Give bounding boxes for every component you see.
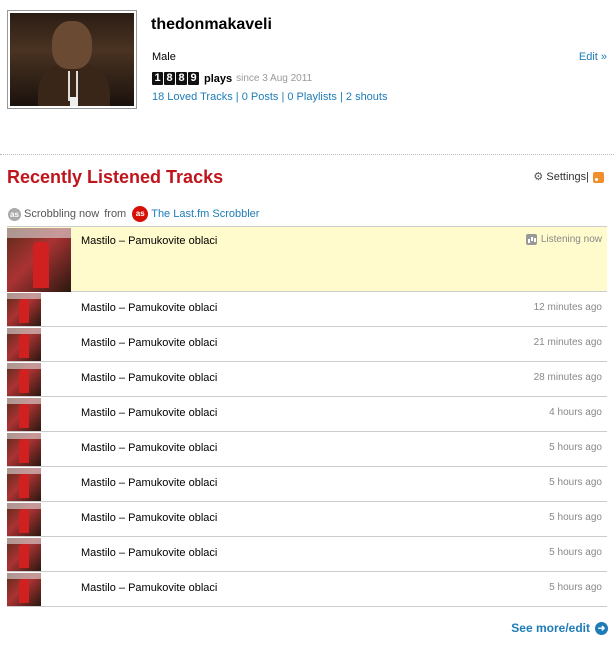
track-list: Mastilo – Pamukovite oblaci Listening no… [7, 226, 607, 607]
stats-separator: | [336, 91, 346, 103]
since-date: since 3 Aug 2011 [236, 73, 313, 84]
track-name[interactable]: Mastilo – Pamukovite oblaci [81, 547, 217, 559]
track-row[interactable]: Mastilo – Pamukovite oblaci 5 hours ago [7, 432, 607, 467]
listening-now-label: Listening now [540, 234, 602, 245]
edit-link[interactable]: Edit » [579, 51, 607, 63]
play-count: 1 8 8 9 plays since 3 Aug 2011 [152, 72, 312, 85]
track-name[interactable]: Mastilo – Pamukovite oblaci [81, 512, 217, 524]
track-row[interactable]: Mastilo – Pamukovite oblaci 12 minutes a… [7, 292, 607, 327]
stats-separator: | [232, 91, 242, 103]
track-time: 5 hours ago [549, 547, 602, 558]
loved-tracks-link[interactable]: 18 Loved Tracks [152, 91, 233, 103]
posts-link[interactable]: 0 Posts [242, 91, 279, 103]
gender: Male [152, 51, 176, 63]
album-thumbnail[interactable] [7, 363, 41, 396]
section-title: Recently Listened Tracks [7, 167, 224, 187]
username: thedonmakaveli [151, 16, 272, 33]
settings-link[interactable]: Settings [546, 171, 586, 183]
track-name[interactable]: Mastilo – Pamukovite oblaci [81, 442, 217, 454]
track-name[interactable]: Mastilo – Pamukovite oblaci [81, 582, 217, 594]
scrobbler-link[interactable]: The Last.fm Scrobbler [151, 208, 259, 220]
arrow-right-icon[interactable]: ➜ [595, 621, 608, 635]
scrobbling-from: from [104, 208, 127, 220]
album-thumbnail[interactable] [7, 573, 41, 606]
track-time: 12 minutes ago [533, 302, 602, 313]
see-more-link[interactable]: See more/edit ➜ [511, 621, 608, 635]
track-row[interactable]: Mastilo – Pamukovite oblaci 5 hours ago [7, 537, 607, 572]
see-more-label[interactable]: See more/edit [511, 621, 590, 635]
track-name[interactable]: Mastilo – Pamukovite oblaci [81, 337, 217, 349]
gear-icon[interactable]: ⚙ [533, 172, 543, 183]
chart-icon [525, 234, 537, 245]
track-row[interactable]: Mastilo – Pamukovite oblaci 28 minutes a… [7, 362, 607, 397]
track-name[interactable]: Mastilo – Pamukovite oblaci [81, 477, 217, 489]
scrobbling-status: as Scrobbling now from as The Last.fm Sc… [8, 206, 259, 222]
track-row[interactable]: Mastilo – Pamukovite oblaci 5 hours ago [7, 502, 607, 537]
track-time: 21 minutes ago [533, 337, 602, 348]
avatar[interactable] [7, 10, 137, 109]
avatar-image [10, 13, 134, 106]
track-time: 4 hours ago [549, 407, 602, 418]
track-time: 5 hours ago [549, 582, 602, 593]
scrobbling-label: Scrobbling now [24, 208, 100, 220]
track-row[interactable]: Mastilo – Pamukovite oblaci 4 hours ago [7, 397, 607, 432]
settings-separator: | [586, 171, 589, 183]
settings-bar: ⚙ Settings | [533, 171, 604, 183]
track-row[interactable]: Mastilo – Pamukovite oblaci 21 minutes a… [7, 327, 607, 362]
album-thumbnail[interactable] [7, 293, 41, 326]
album-thumbnail[interactable] [7, 398, 41, 431]
track-time: 5 hours ago [549, 512, 602, 523]
track-row-now-playing[interactable]: Mastilo – Pamukovite oblaci Listening no… [7, 226, 607, 292]
track-time: 5 hours ago [549, 442, 602, 453]
lastfm-icon: as [132, 206, 149, 222]
shouts-link[interactable]: 2 shouts [346, 91, 388, 103]
profile-stats: 18 Loved Tracks | 0 Posts | 0 Playlists … [152, 91, 387, 103]
playlists-link[interactable]: 0 Playlists [287, 91, 337, 103]
track-row[interactable]: Mastilo – Pamukovite oblaci 5 hours ago [7, 467, 607, 502]
profile-header: thedonmakaveli Male Edit » 1 8 8 9 plays… [7, 10, 607, 110]
scrobble-icon: as [8, 207, 21, 221]
album-thumbnail[interactable] [7, 433, 41, 466]
track-name[interactable]: Mastilo – Pamukovite oblaci [81, 235, 217, 247]
divider [0, 154, 614, 155]
track-name[interactable]: Mastilo – Pamukovite oblaci [81, 302, 217, 314]
album-thumbnail[interactable] [7, 328, 41, 361]
track-time: Listening now [525, 234, 602, 245]
play-count-digit: 1 [152, 72, 163, 85]
track-name[interactable]: Mastilo – Pamukovite oblaci [81, 407, 217, 419]
play-count-digit: 8 [176, 72, 187, 85]
album-thumbnail[interactable] [7, 468, 41, 501]
plays-label: plays [204, 72, 233, 85]
album-thumbnail[interactable] [7, 228, 71, 292]
track-time: 5 hours ago [549, 477, 602, 488]
rss-icon[interactable] [593, 171, 604, 183]
play-count-digit: 8 [164, 72, 175, 85]
track-name[interactable]: Mastilo – Pamukovite oblaci [81, 372, 217, 384]
track-time: 28 minutes ago [533, 372, 602, 383]
album-thumbnail[interactable] [7, 503, 41, 536]
track-row[interactable]: Mastilo – Pamukovite oblaci 5 hours ago [7, 572, 607, 607]
album-thumbnail[interactable] [7, 538, 41, 571]
play-count-digit: 9 [188, 72, 199, 85]
